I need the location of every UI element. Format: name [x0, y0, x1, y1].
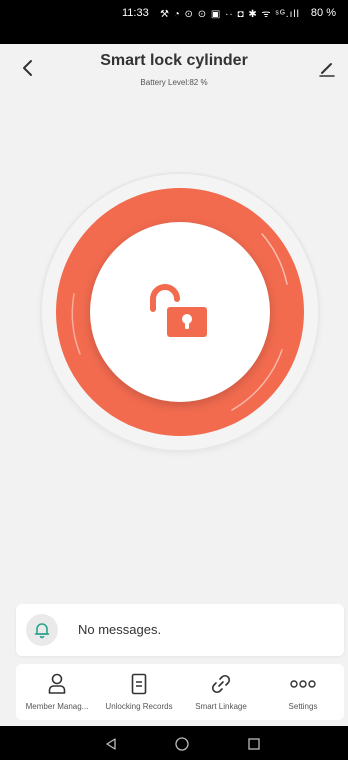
edit-button[interactable]: [314, 56, 340, 82]
status-icons: ⚒ ◔ ⊙ ⊙ ▣ ·· ◘ ✱ ᯤ ˢᴳ.ıll: [160, 9, 300, 20]
pencil-icon: [319, 63, 335, 77]
header: Smart lock cylinder Battery Level:82 %: [0, 44, 348, 100]
system-navigation-bar: [0, 726, 348, 760]
bell-icon-container: [26, 614, 58, 646]
status-time: 11:33: [122, 7, 149, 19]
recents-square-icon: [248, 738, 260, 750]
records-icon: [131, 673, 147, 695]
battery-level: Battery Level:82 %: [140, 78, 208, 87]
system-recents-button[interactable]: [244, 734, 264, 754]
status-bar: 11:33 ⚒ ◔ ⊙ ⊙ ▣ ·· ◘ ✱ ᯤ ˢᴳ.ıll 80 %: [0, 0, 348, 44]
messages-text: No messages.: [78, 622, 162, 637]
unlocked-padlock-icon: [150, 284, 207, 337]
nav-unlocking-records[interactable]: Unlocking Records: [98, 664, 180, 720]
more-icon: [290, 680, 316, 688]
bell-icon: [34, 623, 50, 639]
nav-label-member: Member Manag...: [25, 702, 89, 711]
nav-settings[interactable]: Settings: [262, 664, 344, 720]
bottom-nav: Member Manag... Unlocking Records Smart …: [16, 664, 344, 720]
unlock-button[interactable]: [90, 222, 270, 402]
nav-member-management[interactable]: Member Manag...: [16, 664, 98, 720]
status-battery: 80 %: [310, 7, 336, 19]
system-home-button[interactable]: [172, 734, 192, 754]
lock-control: [42, 174, 318, 450]
nav-label-linkage: Smart Linkage: [195, 702, 247, 711]
back-triangle-icon: [106, 738, 116, 750]
nav-label-settings: Settings: [288, 702, 318, 711]
home-circle-icon: [175, 737, 189, 751]
nav-smart-linkage[interactable]: Smart Linkage: [180, 664, 262, 720]
system-back-button[interactable]: [101, 734, 121, 754]
person-icon: [48, 673, 66, 694]
link-icon: [211, 674, 231, 694]
nav-label-records: Unlocking Records: [105, 702, 173, 711]
messages-card[interactable]: No messages.: [16, 604, 344, 656]
page-title: Smart lock cylinder: [100, 52, 248, 69]
